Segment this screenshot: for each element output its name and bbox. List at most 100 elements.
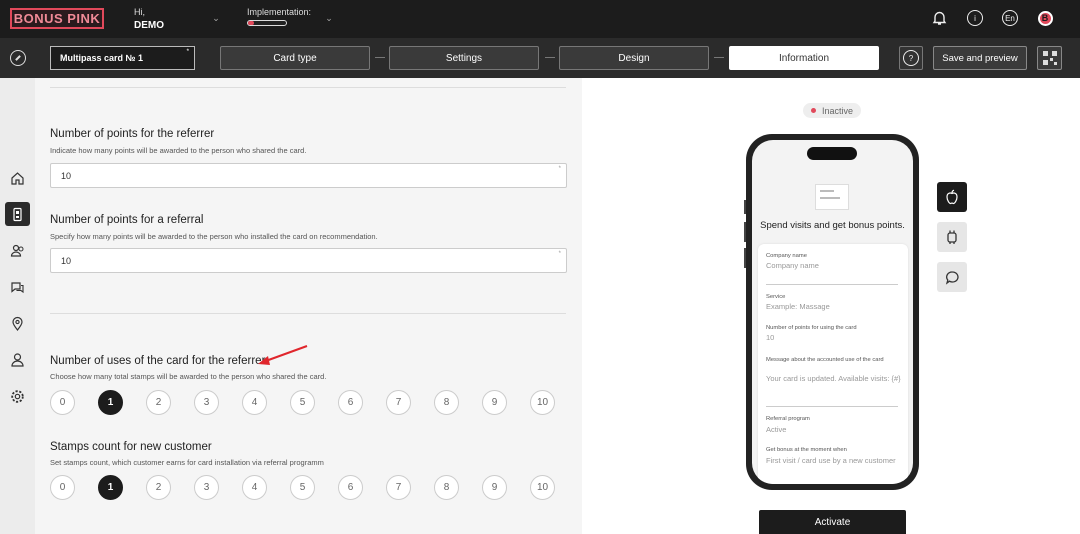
referrer-uses-option-7[interactable]: 7 [386,390,411,415]
field-label: Company name [766,253,807,259]
referrer-points-input[interactable]: 10 * [50,163,567,188]
chevron-down-icon[interactable]: ⌄ [210,12,222,24]
referrer-uses-option-10[interactable]: 10 [530,390,555,415]
bell-icon[interactable] [930,9,948,27]
messages-icon[interactable] [5,275,30,299]
tab-settings[interactable]: Settings [389,46,539,70]
new-customer-stamps-option-0[interactable]: 0 [50,475,75,500]
phone-screen: Spend visits and get bonus points. Compa… [752,140,913,484]
step-divider [375,57,385,58]
new-customer-stamps-option-6[interactable]: 6 [338,475,363,500]
divider [50,313,566,314]
home-icon[interactable] [5,166,30,190]
chevron-down-icon[interactable]: ⌄ [323,12,335,24]
activate-button[interactable]: Activate [759,510,906,534]
status-text: Inactive [821,105,854,116]
save-and-preview-button[interactable]: Save and preview [933,46,1027,70]
info-icon[interactable]: i [966,9,984,27]
phone-preview: Spend visits and get bonus points. Compa… [746,134,919,490]
profile-icon[interactable] [5,347,30,371]
top-bar: BONUS PINK Hi, DEMO ⌄ Implementation: ⌄ … [0,0,1080,38]
new-customer-stamps-option-8[interactable]: 8 [434,475,459,500]
field-divider [766,284,898,285]
referral-points-desc: Specify how many points will be awarded … [50,232,378,241]
new-customer-stamps-option-1[interactable]: 1 [98,475,123,500]
new-customer-stamps-option-10[interactable]: 10 [530,475,555,500]
tab-design[interactable]: Design [559,46,709,70]
cards-icon[interactable] [5,202,30,226]
implementation-progress [247,20,287,26]
question-icon: ? [903,50,919,66]
new-customer-stamps-option-2[interactable]: 2 [146,475,171,500]
qr-code-button[interactable] [1037,46,1062,70]
field-label: Get bonus at the moment when [766,447,847,453]
tab-card-type[interactable]: Card type [220,46,370,70]
new-customer-stamps-desc: Set stamps count, which customer earns f… [50,458,324,467]
qr-code-icon [1042,51,1057,65]
referrer-uses-option-3[interactable]: 3 [194,390,219,415]
field-value: Your card is updated. Available visits: … [766,374,901,383]
new-customer-stamps-option-4[interactable]: 4 [242,475,267,500]
new-customer-stamps-option-5[interactable]: 5 [290,475,315,500]
card-name-text: Multipass card № 1 [60,53,144,63]
help-button[interactable]: ? [899,46,923,70]
status-dot [810,108,816,113]
field-label: Referral program [766,416,810,422]
card-name-field[interactable]: Multipass card № 1 * [50,46,195,70]
new-customer-stamps-option-9[interactable]: 9 [482,475,507,500]
clients-icon[interactable] [5,238,30,262]
field-value: Active [766,425,787,434]
referrer-points-desc: Indicate how many points will be awarded… [50,146,307,155]
compass-icon[interactable] [10,50,26,66]
referral-points-input[interactable]: 10 * [50,248,567,273]
avatar[interactable]: B [1036,9,1054,27]
implementation-progress-fill [248,21,254,25]
android-platform-button[interactable] [937,222,967,252]
field-value: Company name [766,261,819,270]
required-mark: * [186,49,189,55]
user-name: DEMO [134,20,164,31]
greeting-text: Hi, [134,7,145,17]
divider [50,87,566,88]
brand-logo[interactable]: BONUS PINK [10,8,104,29]
card-info-fields: Company name Company name Service Exampl… [758,244,908,484]
referrer-uses-option-4[interactable]: 4 [242,390,267,415]
new-customer-stamps-title: Stamps count for new customer [50,441,212,453]
field-label: Message about the accounted use of the c… [766,357,884,363]
field-value: First visit / card use by a new customer [766,456,896,465]
referrer-points-title: Number of points for the referrer [50,128,215,140]
new-customer-stamps-option-7[interactable]: 7 [386,475,411,500]
referrer-points-value: 10 [61,171,72,181]
location-icon[interactable] [5,311,30,335]
tab-information[interactable]: Information [729,46,879,70]
referrer-uses-title: Number of uses of the card for the refer… [50,355,266,367]
field-value: Example: Massage [766,302,830,311]
chat-platform-button[interactable] [937,262,967,292]
language-button[interactable]: En [1001,9,1019,27]
referrer-uses-option-0[interactable]: 0 [50,390,75,415]
annotation-arrow-icon [258,345,308,365]
referral-points-value: 10 [61,256,72,266]
referral-points-title: Number of points for a referral [50,214,204,226]
chat-icon [945,270,959,285]
step-divider [714,57,724,58]
field-label: Service [766,294,786,300]
referrer-uses-option-2[interactable]: 2 [146,390,171,415]
phone-notch [807,147,857,160]
referrer-uses-option-5[interactable]: 5 [290,390,315,415]
referrer-uses-option-8[interactable]: 8 [434,390,459,415]
android-icon [947,230,957,244]
apple-icon [946,189,958,205]
field-label: Number of points for using the card [766,325,857,331]
field-divider [766,406,898,407]
referrer-uses-option-1[interactable]: 1 [98,390,123,415]
required-mark: * [558,166,561,172]
user-greeting[interactable]: Hi, DEMO [134,7,164,31]
new-customer-stamps-option-3[interactable]: 3 [194,475,219,500]
settings-icon[interactable] [5,384,30,408]
card-slogan: Spend visits and get bonus points. [760,220,905,231]
referrer-uses-option-9[interactable]: 9 [482,390,507,415]
status-badge: Inactive [803,103,861,118]
referrer-uses-option-6[interactable]: 6 [338,390,363,415]
apple-platform-button[interactable] [937,182,967,212]
